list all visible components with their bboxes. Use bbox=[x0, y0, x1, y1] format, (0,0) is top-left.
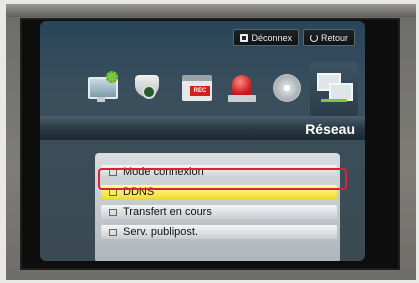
logout-icon bbox=[240, 33, 249, 42]
disk-icon[interactable] bbox=[270, 71, 304, 105]
category-icon-row: REC bbox=[70, 59, 360, 116]
transfer-icon bbox=[109, 208, 117, 216]
menu-item-serv-publipost[interactable]: Serv. publipost. bbox=[101, 225, 337, 239]
menu-item-transfert[interactable]: Transfert en cours bbox=[101, 205, 337, 219]
menu-item-label: Serv. publipost. bbox=[123, 226, 199, 238]
logout-label: Déconnex bbox=[251, 32, 292, 43]
rec-calendar-icon[interactable]: REC bbox=[180, 71, 214, 105]
alarm-icon[interactable] bbox=[225, 71, 259, 105]
dvr-menu-panel: Déconnex Retour REC Réseau Mode connexio… bbox=[40, 21, 365, 261]
menu-item-label: Transfert en cours bbox=[123, 206, 212, 218]
logout-button[interactable]: Déconnex bbox=[233, 29, 299, 46]
bezel-top-edge bbox=[6, 4, 416, 17]
title-bar: Réseau bbox=[40, 116, 365, 140]
return-label: Retour bbox=[320, 32, 348, 43]
page-title: Réseau bbox=[305, 121, 355, 137]
camera-dome-icon[interactable] bbox=[130, 71, 164, 105]
return-button[interactable]: Retour bbox=[302, 29, 355, 46]
monitor-settings-icon[interactable] bbox=[86, 71, 120, 105]
return-icon bbox=[309, 33, 318, 42]
selection-outline bbox=[98, 168, 347, 190]
rec-tag: REC bbox=[190, 86, 210, 96]
network-icon[interactable] bbox=[317, 71, 353, 105]
mail-icon bbox=[109, 228, 117, 236]
top-button-bar: Déconnex Retour bbox=[233, 29, 355, 46]
